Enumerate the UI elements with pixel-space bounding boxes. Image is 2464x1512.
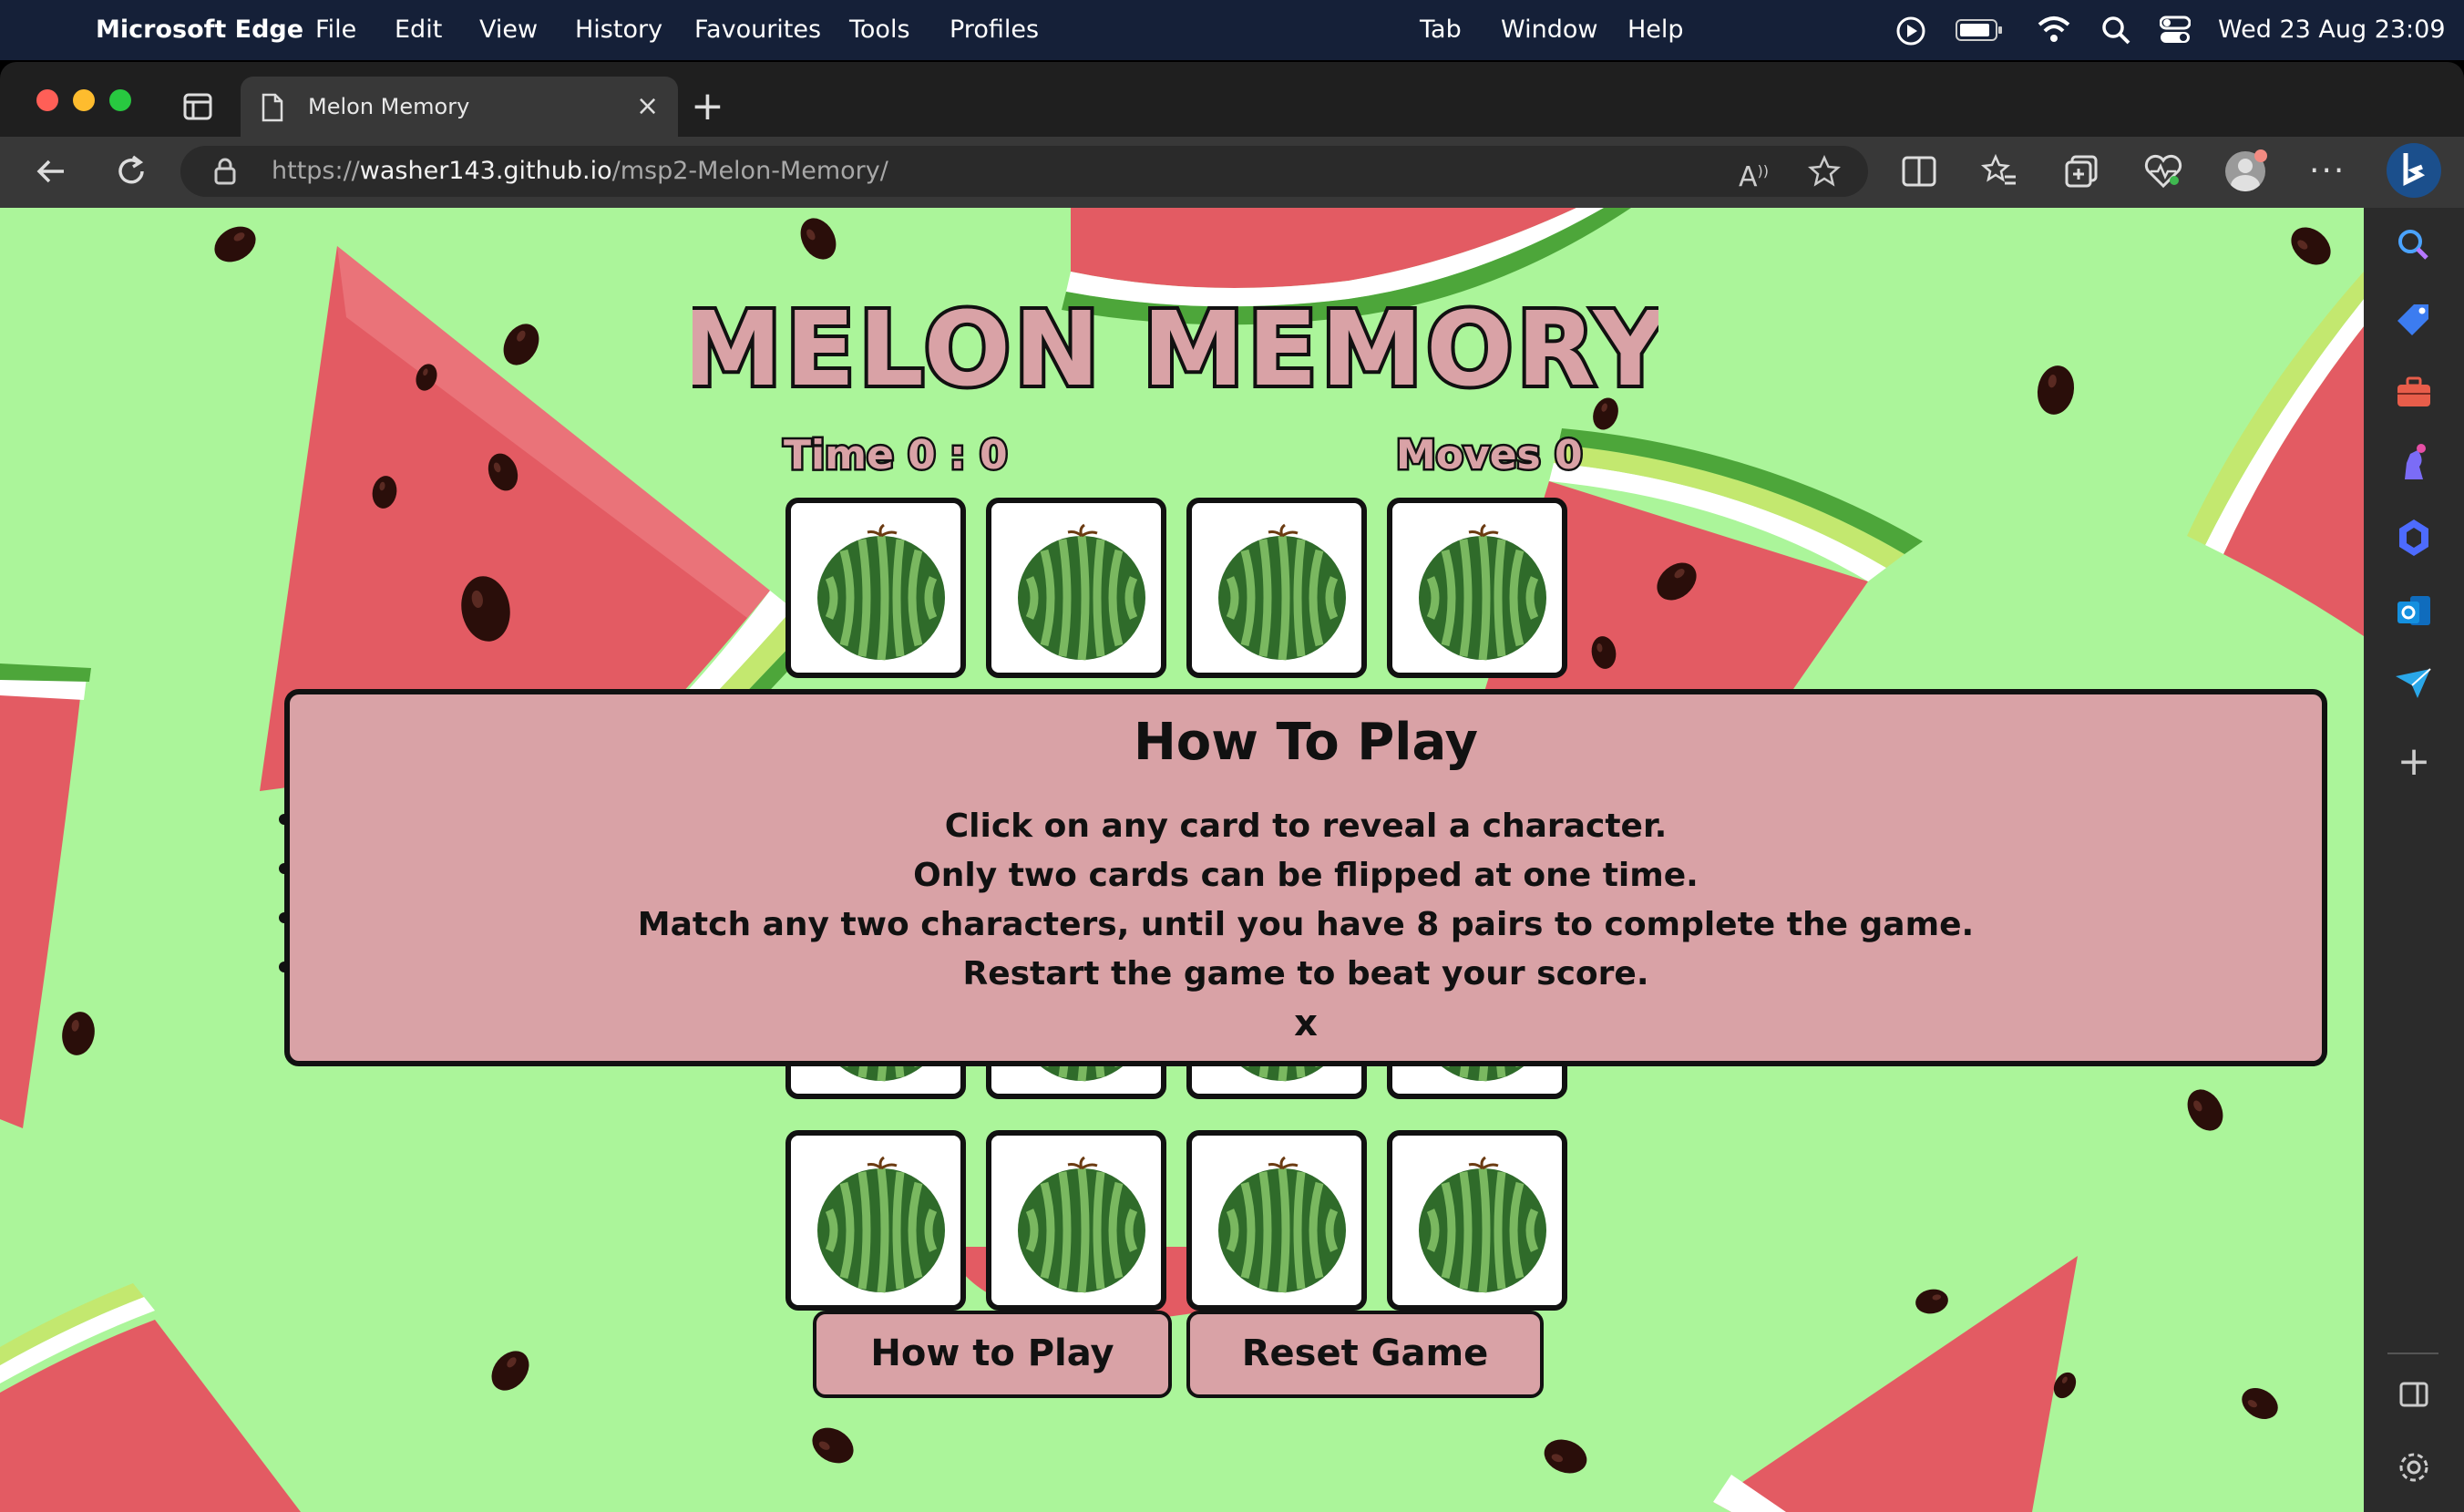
game-title: MELON MEMORY: [693, 287, 1658, 405]
memory-card[interactable]: [785, 1130, 966, 1311]
svg-text:Time 0 : 0: Time 0 : 0: [784, 432, 1008, 478]
instruction-item: Click on any card to reveal a character.: [944, 807, 1668, 845]
menu-edit[interactable]: Edit: [395, 0, 442, 60]
timer-label: Time 0 : 0: [782, 430, 1011, 481]
collections-icon[interactable]: [2063, 153, 2100, 190]
menu-app-name[interactable]: Microsoft Edge: [96, 0, 303, 60]
menu-favourites[interactable]: Favourites: [694, 0, 821, 60]
tab-title: Melon Memory: [308, 94, 470, 119]
how-to-play-modal: How To Play Click on any card to reveal …: [284, 689, 2327, 1066]
sidebar-add-icon[interactable]: +: [2387, 735, 2441, 789]
split-screen-icon[interactable]: [1901, 155, 1937, 188]
read-aloud-icon[interactable]: A)): [1739, 146, 1769, 203]
watermelon-icon: [1218, 1156, 1346, 1293]
instruction-item: Restart the game to beat your score.: [962, 955, 1649, 993]
modal-close-button[interactable]: x: [290, 1003, 2322, 1044]
sidebar-search-icon[interactable]: [2387, 217, 2441, 272]
menu-window[interactable]: Window: [1501, 0, 1597, 60]
list-bullet: [279, 863, 290, 874]
page-icon: [262, 93, 283, 122]
more-menu-icon[interactable]: ···: [2309, 146, 2346, 197]
refresh-icon[interactable]: [113, 153, 149, 190]
list-bullet: [279, 912, 290, 923]
watermelon-icon: [817, 1156, 945, 1293]
menu-help[interactable]: Help: [1627, 0, 1684, 60]
sidebar-divider: [2387, 1353, 2438, 1354]
sidebar-drop-icon[interactable]: [2387, 656, 2441, 711]
spotlight-search-icon[interactable]: [2101, 15, 2130, 45]
back-icon[interactable]: [33, 153, 69, 190]
memory-card[interactable]: [1186, 498, 1367, 678]
watermelon-icon: [1018, 523, 1145, 661]
window-close-button[interactable]: [36, 89, 58, 111]
bing-copilot-icon[interactable]: [2384, 140, 2444, 201]
window-minimize-button[interactable]: [73, 89, 95, 111]
wifi-icon[interactable]: [2036, 14, 2072, 45]
memory-card[interactable]: [986, 1130, 1166, 1311]
sidebar-outlook-icon[interactable]: [2387, 583, 2441, 638]
moves-counter: Moves 0: [1394, 430, 1586, 481]
modal-heading: How To Play: [1133, 713, 1479, 772]
memory-card[interactable]: [1387, 1130, 1567, 1311]
watermelon-icon: [1018, 1156, 1145, 1293]
watermelon-icon: [1218, 523, 1346, 661]
now-playing-icon[interactable]: [1895, 15, 1926, 46]
memory-card[interactable]: [785, 498, 966, 678]
tab-close-icon[interactable]: ×: [636, 77, 659, 137]
sidebar-shopping-icon[interactable]: [2387, 292, 2441, 346]
window-zoom-button[interactable]: [109, 89, 131, 111]
tab-actions-icon[interactable]: [182, 91, 213, 122]
sidebar-games-icon[interactable]: [2387, 436, 2441, 490]
instruction-item: Match any two characters, until you have…: [637, 906, 1975, 943]
sidebar-hide-icon[interactable]: [2387, 1367, 2441, 1422]
watermelon-icon: [817, 523, 945, 661]
favorite-star-icon[interactable]: [1808, 155, 1841, 188]
sidebar-microsoft365-icon[interactable]: [2387, 510, 2441, 565]
menu-history[interactable]: History: [575, 0, 662, 60]
list-bullet: [279, 962, 290, 972]
menu-profiles[interactable]: Profiles: [950, 0, 1039, 60]
list-bullet: [279, 814, 290, 825]
address-bar[interactable]: https://washer143.github.io/msp2-Melon-M…: [180, 146, 1868, 197]
new-tab-icon[interactable]: +: [691, 80, 724, 133]
tab-melon-memory[interactable]: Melon Memory ×: [241, 77, 678, 137]
lock-icon[interactable]: [213, 157, 237, 186]
control-center-icon[interactable]: [2160, 15, 2191, 45]
battery-icon[interactable]: [1956, 18, 2003, 42]
menu-view[interactable]: View: [479, 0, 538, 60]
menu-tab[interactable]: Tab: [1420, 0, 1462, 60]
instruction-item: Only two cards can be flipped at one tim…: [913, 857, 1699, 894]
browser-essentials-icon[interactable]: [2143, 153, 2183, 190]
svg-text:Moves 0: Moves 0: [1396, 432, 1583, 478]
memory-card[interactable]: [1186, 1130, 1367, 1311]
svg-text:MELON MEMORY: MELON MEMORY: [693, 291, 1658, 405]
watermelon-icon: [1419, 1156, 1546, 1293]
memory-card[interactable]: [1387, 498, 1567, 678]
profile-notification-dot: [2254, 149, 2267, 162]
menu-tools[interactable]: Tools: [849, 0, 910, 60]
memory-card[interactable]: [986, 498, 1166, 678]
favorites-icon[interactable]: [1981, 153, 2017, 190]
modal-instructions: Click on any card to reveal a character.…: [290, 802, 2322, 999]
url-text[interactable]: https://washer143.github.io/msp2-Melon-M…: [272, 146, 888, 197]
menu-clock[interactable]: Wed 23 Aug 23:09: [2218, 0, 2446, 60]
macos-menu-bar: Microsoft Edge File Edit View History Fa…: [0, 0, 2464, 60]
watermelon-icon: [1419, 523, 1546, 661]
sidebar-settings-icon[interactable]: [2387, 1440, 2441, 1495]
how-to-play-button[interactable]: How to Play: [813, 1311, 1172, 1398]
sidebar-tools-icon[interactable]: [2387, 365, 2441, 419]
menu-file[interactable]: File: [315, 0, 356, 60]
reset-game-button[interactable]: Reset Game: [1186, 1311, 1544, 1398]
